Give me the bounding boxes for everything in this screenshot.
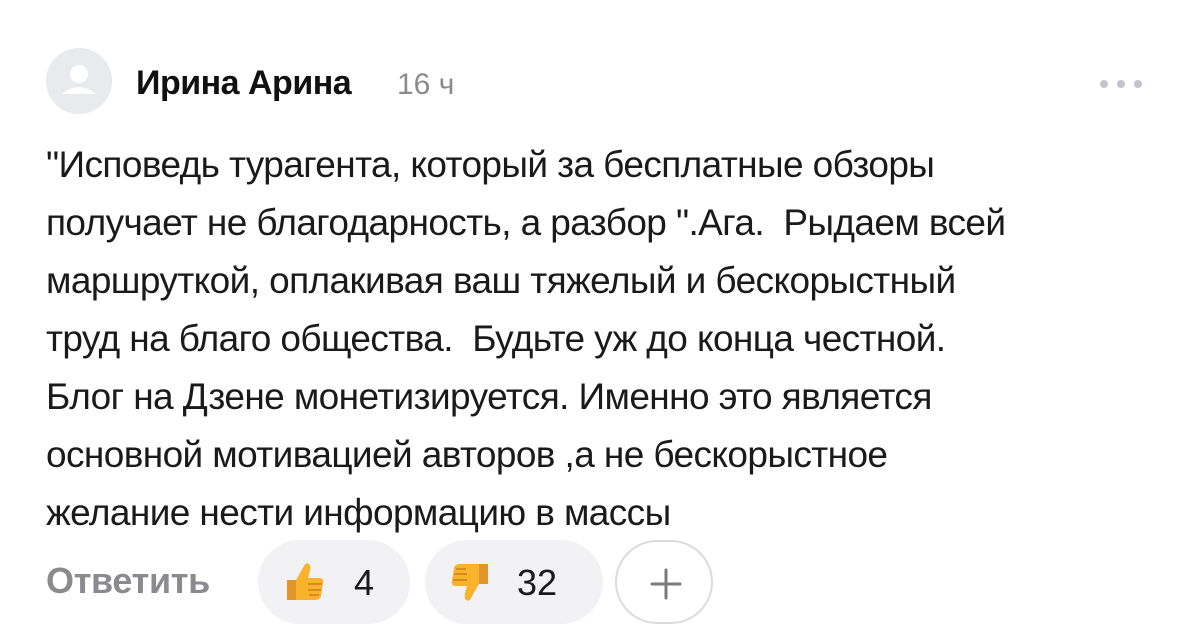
thumbs-up-emoji-icon [287, 563, 324, 600]
comment-time: 16 ч [397, 68, 455, 101]
plus-icon [650, 568, 682, 600]
comment-text: "Исповедь турагента, который за бесплатн… [46, 136, 1166, 542]
reply-button[interactable]: Ответить [46, 560, 210, 602]
comment-text-line: маршруткой, оплакивая ваш тяжелый и беск… [46, 260, 956, 301]
comment-text-line: получает не благодарность, а разбор ".Аг… [46, 202, 1006, 243]
thumbs-down-emoji-icon [451, 564, 488, 601]
comment-card: Ирина Арина 16 ч "Исповедь турагента, ко… [0, 0, 1200, 644]
comment-text-line: Блог на Дзене монетизируется. Именно это… [46, 376, 932, 417]
dislike-button[interactable]: 32 [425, 540, 603, 624]
comment-text-line: труд на благо общества. Будьте уж до кон… [46, 318, 946, 359]
more-dots-icon [1100, 80, 1142, 88]
like-count: 4 [354, 562, 375, 603]
comment-text-line: основной мотивацией авторов ,а не бескор… [46, 434, 888, 475]
comment-text-line: "Исповедь турагента, который за бесплатн… [46, 144, 935, 185]
avatar[interactable] [46, 48, 112, 114]
comment-text-line: желание нести информацию в массы [46, 492, 671, 533]
author-name[interactable]: Ирина Арина [136, 64, 352, 103]
like-button[interactable]: 4 [258, 540, 410, 624]
add-reaction-button[interactable] [615, 540, 713, 624]
dislike-count: 32 [517, 562, 558, 603]
user-placeholder-icon [46, 48, 112, 114]
more-options-button[interactable] [1096, 74, 1146, 94]
